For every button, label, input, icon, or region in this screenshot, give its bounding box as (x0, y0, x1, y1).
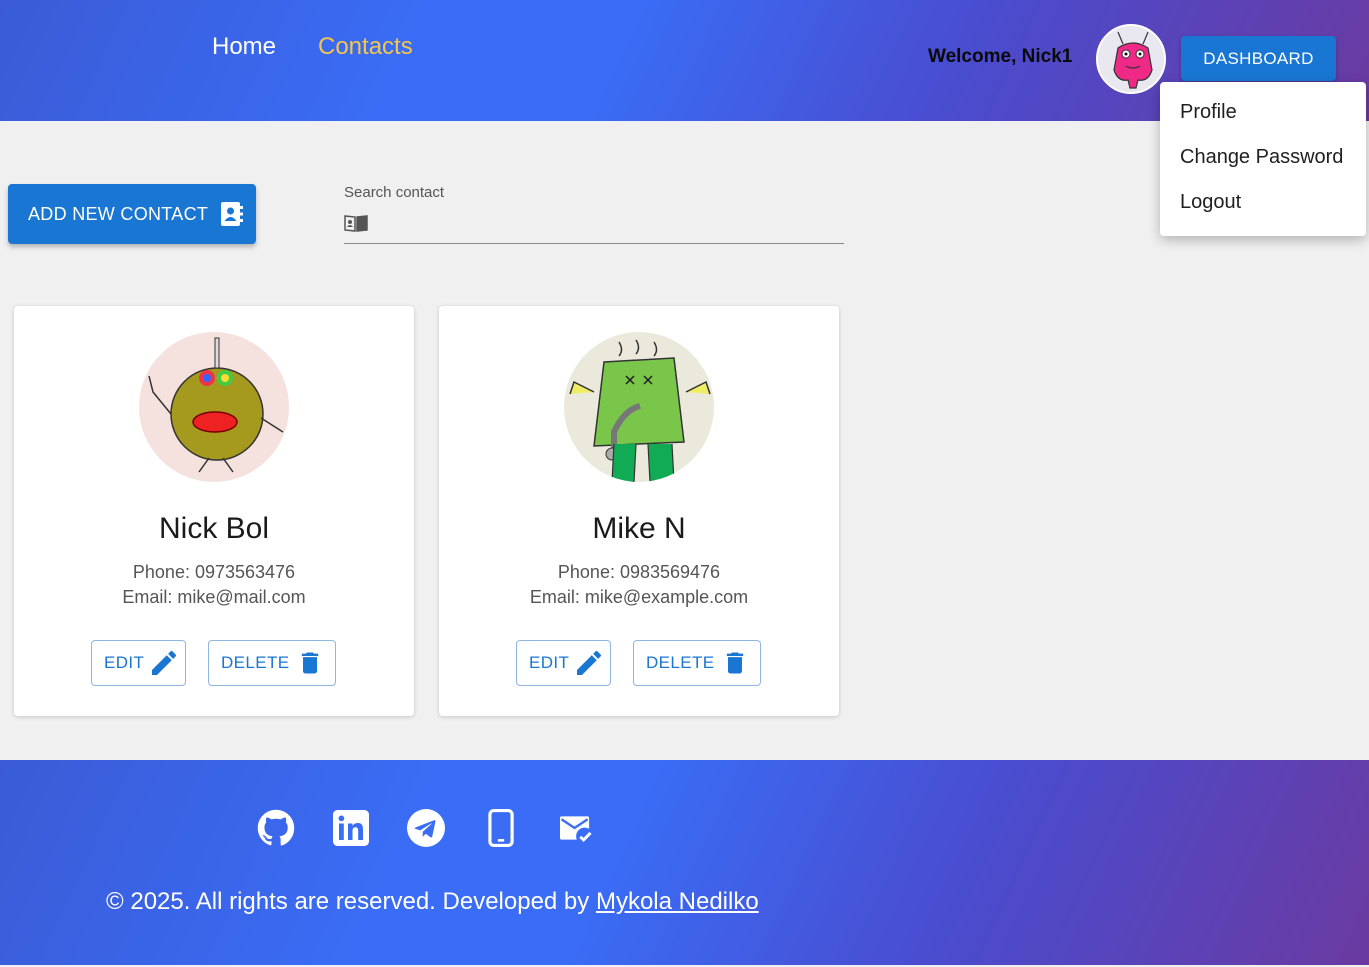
contact-name: Nick Bol (158, 512, 270, 545)
add-contact-label: ADD NEW CONTACT (28, 203, 209, 224)
welcome-text: Welcome, Nick1 (928, 46, 1073, 67)
edit-label: EDIT (104, 653, 145, 672)
pencil-icon (148, 647, 180, 679)
edit-contact-button[interactable]: EDIT (91, 640, 186, 686)
contact-phone: Phone: 0973563476 (132, 562, 296, 582)
contact-avatar (139, 332, 289, 482)
add-contact-button[interactable]: ADD NEW CONTACT (8, 184, 256, 244)
delete-contact-button[interactable]: DELETE (633, 640, 761, 686)
search-input[interactable] (374, 210, 834, 238)
menu-item-change-password[interactable]: Change Password (1160, 135, 1366, 180)
developer-link[interactable]: Mykola Nedilko (596, 888, 759, 915)
search-field: Search contact (344, 184, 844, 244)
linkedin-icon[interactable] (331, 808, 371, 848)
user-avatar[interactable] (1096, 24, 1166, 94)
edit-contact-button[interactable]: EDIT (516, 640, 611, 686)
contact-email: Email: mike@mail.com (122, 587, 306, 607)
nav-link-contacts[interactable]: Contacts (318, 33, 413, 61)
search-label: Search contact (344, 184, 445, 201)
contact-name: Mike N (592, 512, 686, 545)
email-icon[interactable] (556, 808, 596, 848)
monster-avatar-icon (1098, 26, 1164, 92)
contact-card: Nick Bol Phone: 0973563476 Email: mike@m… (14, 306, 414, 716)
copyright-label: © 2025. All rights are reserved. Develop… (106, 888, 596, 915)
monster-avatar-icon (139, 332, 289, 482)
phone-icon[interactable] (481, 808, 521, 848)
menu-item-profile[interactable]: Profile (1160, 90, 1366, 135)
menu-item-logout[interactable]: Logout (1160, 180, 1366, 225)
telegram-icon[interactable] (406, 808, 446, 848)
address-book-icon (344, 214, 368, 237)
contact-avatar (564, 332, 714, 482)
delete-label: DELETE (646, 653, 715, 672)
contact-phone: Phone: 0983569476 (557, 562, 721, 582)
delete-contact-button[interactable]: DELETE (208, 640, 336, 686)
contact-card: Mike N Phone: 0983569476 Email: mike@exa… (439, 306, 839, 716)
trash-icon (296, 647, 324, 679)
monster-avatar-icon (564, 332, 714, 482)
pencil-icon (573, 647, 605, 679)
trash-icon (721, 647, 749, 679)
copyright-text: © 2025. All rights are reserved. Develop… (106, 888, 759, 916)
delete-label: DELETE (221, 653, 290, 672)
edit-label: EDIT (529, 653, 570, 672)
nav-link-home[interactable]: Home (212, 33, 276, 61)
github-icon[interactable] (256, 808, 296, 848)
contact-email: Email: mike@example.com (529, 587, 749, 607)
user-menu-dropdown: Profile Change Password Logout (1160, 82, 1366, 236)
contact-book-icon (220, 201, 244, 227)
dashboard-button[interactable]: DASHBOARD (1181, 36, 1336, 81)
app-footer: © 2025. All rights are reserved. Develop… (0, 760, 1369, 965)
